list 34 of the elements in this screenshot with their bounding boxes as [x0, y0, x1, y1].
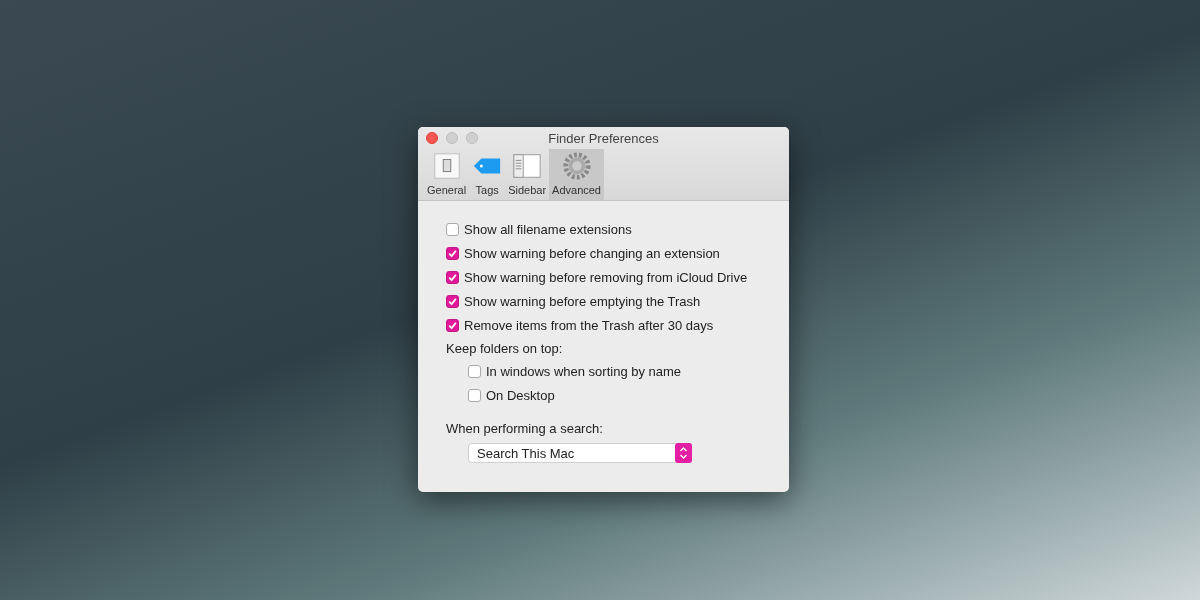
checkbox[interactable]	[446, 270, 459, 284]
sidebar-icon	[512, 151, 543, 181]
option-label: Show warning before changing an extension	[464, 245, 720, 261]
option-label: Show warning before removing from iCloud Drive	[464, 269, 748, 285]
toolbar-tab[interactable]: Tags	[469, 149, 506, 200]
option-checkbox[interactable]: Show warning before removing from iCloud Drive	[446, 265, 789, 289]
search-scope-dropdown[interactable]: Search This Mac	[468, 443, 692, 463]
toolbar-tab[interactable]: Advanced	[549, 149, 604, 200]
window-title: Finder Preferences	[548, 130, 659, 146]
chevron-updown-icon	[675, 443, 692, 463]
option-label: In windows when sorting by name	[486, 363, 682, 379]
option-label: Show all filename extensions	[464, 221, 632, 237]
option-checkbox[interactable]: On Desktop	[446, 383, 789, 407]
option-label: Remove items from the Trash after 30 days	[464, 317, 714, 333]
option-checkbox[interactable]: Show all filename extensions	[446, 217, 789, 241]
option-label: Show warning before emptying the Trash	[464, 293, 701, 309]
option-checkbox[interactable]: Show warning before emptying the Trash	[446, 289, 789, 313]
device-icon	[431, 151, 462, 181]
option-label: On Desktop	[486, 387, 555, 403]
checkbox[interactable]	[468, 364, 481, 378]
section-label: Keep folders on top:	[446, 339, 564, 358]
option-checkbox[interactable]: Remove items from the Trash after 30 days	[446, 313, 789, 337]
option-checkbox[interactable]: Show warning before changing an extension	[446, 241, 789, 265]
checkbox[interactable]	[446, 246, 459, 260]
checkbox[interactable]	[446, 294, 459, 308]
checkbox[interactable]	[446, 222, 459, 236]
checkbox[interactable]	[468, 388, 481, 402]
toolbar-tab[interactable]: General	[424, 149, 470, 200]
option-checkbox[interactable]: In windows when sorting by name	[446, 359, 789, 383]
checkbox[interactable]	[446, 318, 459, 332]
close-button[interactable]	[426, 132, 438, 144]
toolbar-tab[interactable]: Sidebar	[505, 149, 550, 200]
gear-icon	[561, 151, 592, 181]
section-label: When performing a search:	[446, 419, 604, 438]
